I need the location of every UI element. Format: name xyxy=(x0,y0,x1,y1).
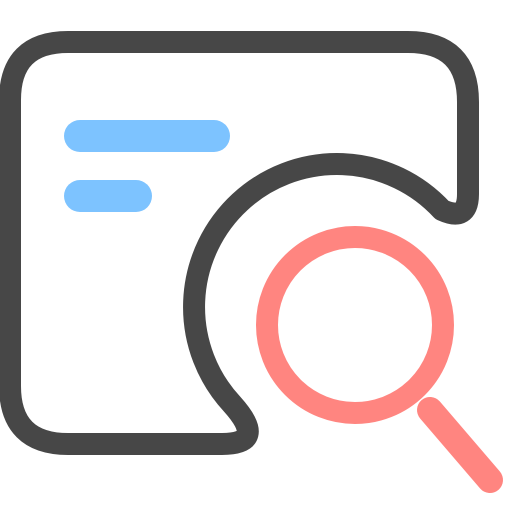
magnifier-handle xyxy=(417,397,503,493)
document-search-icon-canvas xyxy=(0,0,512,512)
document-search-icon xyxy=(0,31,503,493)
magnifier-lens xyxy=(256,226,454,424)
